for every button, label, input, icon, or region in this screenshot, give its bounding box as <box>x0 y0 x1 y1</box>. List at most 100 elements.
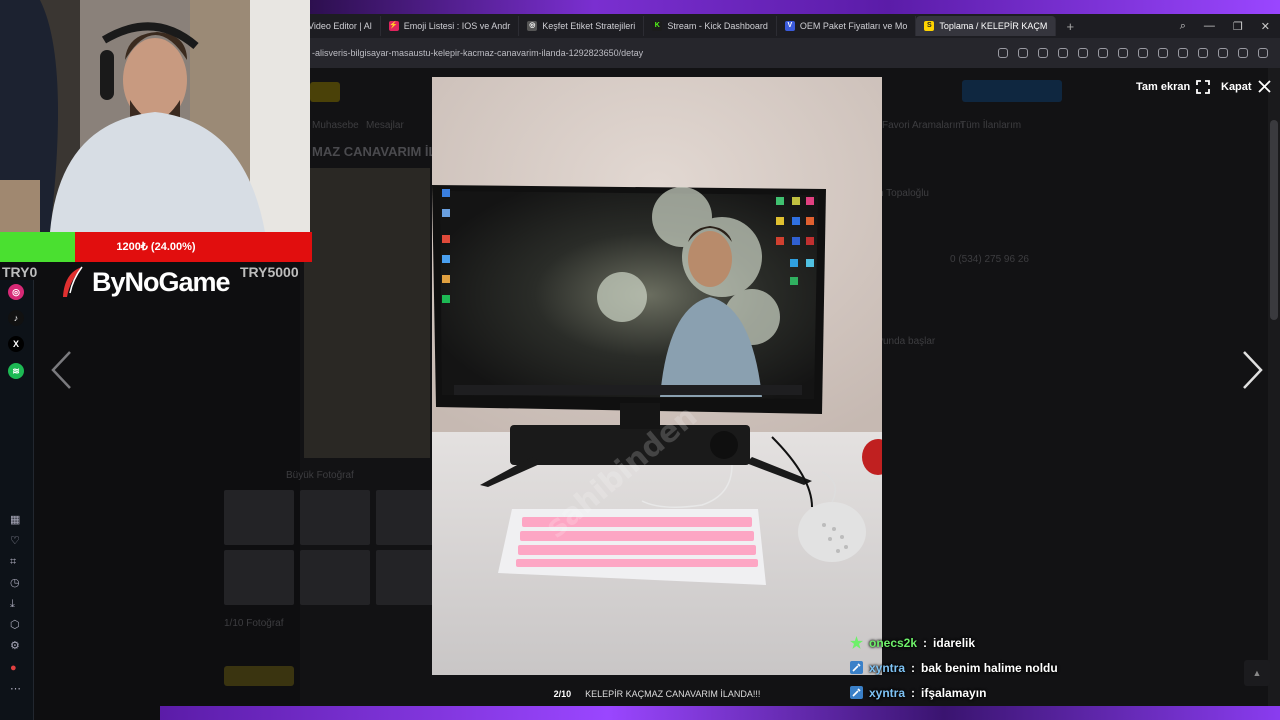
x-icon[interactable]: X <box>8 336 24 352</box>
streamer-webcam <box>0 0 310 232</box>
close-icon <box>1257 80 1271 93</box>
chat-text: bak benim halime noldu <box>921 660 1058 675</box>
download-icon[interactable]: ⤓ <box>10 598 15 610</box>
lightbox-footer: 2/10 KELEPİR KAÇMAZ CANAVARIM İLANDA!!! <box>432 684 882 704</box>
close-lightbox-button[interactable]: Kapat <box>1221 80 1271 93</box>
webcam-feed <box>0 0 310 232</box>
fullscreen-button[interactable]: Tam ekran <box>1136 80 1211 94</box>
cube-icon[interactable]: ⬡ <box>10 619 20 631</box>
chevron-left-icon <box>51 351 71 389</box>
bolt-icon: ⚡ <box>388 21 399 31</box>
close-icon[interactable]: ✕ <box>1261 20 1270 33</box>
chevron-right-icon <box>1243 351 1263 389</box>
camera-icon[interactable] <box>1078 48 1088 58</box>
thumbnail[interactable] <box>224 550 294 605</box>
new-tab-button[interactable]: + <box>1056 19 1084 34</box>
tab-emoji-listesi[interactable]: ⚡ Emoji Listesi : IOS ve Andr <box>381 16 520 36</box>
chat-message: xyntra : bak benim halime noldu <box>850 655 1230 680</box>
purple-glow-top <box>300 0 1280 14</box>
next-photo-arrow[interactable] <box>1242 350 1264 398</box>
listing-details-tab[interactable] <box>224 666 294 686</box>
sahibinden-icon: S <box>924 21 935 31</box>
seller-name: n Topaloğlu <box>878 188 929 199</box>
share-icon[interactable] <box>1038 48 1048 58</box>
url-text[interactable]: -alisveris-bilgisayar-masaustu-kelepir-k… <box>312 48 643 58</box>
chart-icon[interactable]: ⌗ <box>10 556 16 568</box>
minimize-icon[interactable]: — <box>1204 20 1215 33</box>
goal-end-label: TRY5000 <box>240 264 299 280</box>
window-controls: ⌕ — ❐ ✕ <box>1180 20 1280 33</box>
record-icon[interactable]: ● <box>10 662 17 674</box>
scrollbar-thumb[interactable] <box>1270 120 1278 320</box>
tab-video-editor[interactable]: Video Editor | Al <box>300 16 381 36</box>
thumbnail[interactable] <box>224 490 294 545</box>
grid-icon[interactable]: ▦ <box>10 514 20 526</box>
chat-overlay: onecs2k : idarelik xyntra : bak benim ha… <box>850 630 1230 705</box>
desk-setup-photo: sahibinden <box>432 77 882 675</box>
sponsor-name: ByNoGame <box>92 266 231 297</box>
previous-photo-arrow[interactable] <box>50 350 72 398</box>
extension-icon[interactable] <box>1178 48 1188 58</box>
tiktok-icon[interactable]: ♪ <box>8 310 24 326</box>
shield-icon[interactable] <box>1098 48 1108 58</box>
thumbnail[interactable] <box>300 550 370 605</box>
instagram-icon[interactable]: ◎ <box>8 284 24 300</box>
tab-label: Video Editor | Al <box>308 21 372 31</box>
settings-icon[interactable]: ⚙ <box>10 640 20 652</box>
scroll-to-top-button[interactable]: ▲ <box>1244 660 1270 686</box>
extension-icon[interactable] <box>1238 48 1248 58</box>
thumbnail[interactable] <box>300 490 370 545</box>
tab-sahibinden-active[interactable]: S Toplama / KELEPİR KAÇM <box>916 16 1057 36</box>
lightbox-photo: sahibinden <box>432 77 882 675</box>
fullscreen-icon <box>1196 80 1211 94</box>
extension-icon[interactable] <box>1258 48 1268 58</box>
listing-photo[interactable] <box>304 168 430 458</box>
menu-item[interactable]: Mesajlar <box>366 120 404 131</box>
donation-amount: 1200₺ (24.00%) <box>116 241 196 253</box>
history-icon[interactable]: ◷ <box>10 577 20 589</box>
zoom-icon[interactable] <box>1058 48 1068 58</box>
menu-item[interactable]: Tüm İlanlarım <box>960 120 1021 131</box>
target-icon: ◎ <box>527 21 538 31</box>
tab-kick-dashboard[interactable]: K Stream - Kick Dashboard <box>644 16 777 36</box>
chat-separator: : <box>911 685 916 700</box>
post-ad-button[interactable] <box>962 80 1062 102</box>
chat-username: xyntra <box>869 660 906 675</box>
tab-kesfet[interactable]: ◎ Keşfet Etiket Stratejileri <box>519 16 645 36</box>
info-heading: yunda başlar <box>878 336 936 347</box>
menu-item[interactable]: Favori Aramalarım <box>882 120 964 131</box>
search-icon[interactable]: ⌕ <box>1180 20 1186 33</box>
heart-icon[interactable] <box>1118 48 1128 58</box>
address-bar: -alisveris-bilgisayar-masaustu-kelepir-k… <box>300 38 1280 68</box>
chat-username: xyntra <box>869 685 906 700</box>
spotify-icon[interactable]: ≋ <box>8 363 24 379</box>
v-icon: V <box>784 21 795 31</box>
more-icon[interactable]: ⋯ <box>10 683 21 695</box>
wrench-badge-icon <box>850 661 863 674</box>
kick-icon: K <box>652 21 663 31</box>
menu-item[interactable]: Muhasebe <box>312 120 359 131</box>
photo-counter: 2/10 <box>553 689 572 699</box>
reader-icon[interactable] <box>1018 48 1028 58</box>
extension-icon[interactable] <box>1218 48 1228 58</box>
extension-icon[interactable] <box>1198 48 1208 58</box>
purple-glow-bottom <box>160 706 1280 720</box>
browser-tab-strip: Video Editor | Al ⚡ Emoji Listesi : IOS v… <box>300 14 1280 38</box>
goal-start-label: TRY0 <box>2 264 38 280</box>
chat-separator: : <box>911 660 916 675</box>
key-icon[interactable] <box>998 48 1008 58</box>
chat-message: onecs2k : idarelik <box>850 630 1230 655</box>
browser-sidebar: ◎ ♪ X ≋ ▦ ♡ ⌗ ◷ ⤓ ⬡ ⚙ ● ⋯ <box>0 280 34 720</box>
restore-icon[interactable]: ❐ <box>1233 20 1243 33</box>
tab-label: OEM Paket Fiyatları ve Mo <box>799 21 908 31</box>
tab-oem-paket[interactable]: V OEM Paket Fiyatları ve Mo <box>777 16 917 36</box>
tab-label: Stream - Kick Dashboard <box>667 21 768 31</box>
big-photo-link[interactable]: Büyük Fotoğraf <box>286 470 354 481</box>
photo-caption: KELEPİR KAÇMAZ CANAVARIM İLANDA!!! <box>585 689 761 699</box>
chat-message: xyntra : ifşalamayın <box>850 680 1230 705</box>
profile-icon[interactable] <box>1158 48 1168 58</box>
listing-title: MAZ CANAVARIM İL <box>312 144 437 159</box>
menu-icon[interactable] <box>1138 48 1148 58</box>
chat-text: ifşalamayın <box>921 685 987 700</box>
heart-icon[interactable]: ♡ <box>10 535 20 547</box>
